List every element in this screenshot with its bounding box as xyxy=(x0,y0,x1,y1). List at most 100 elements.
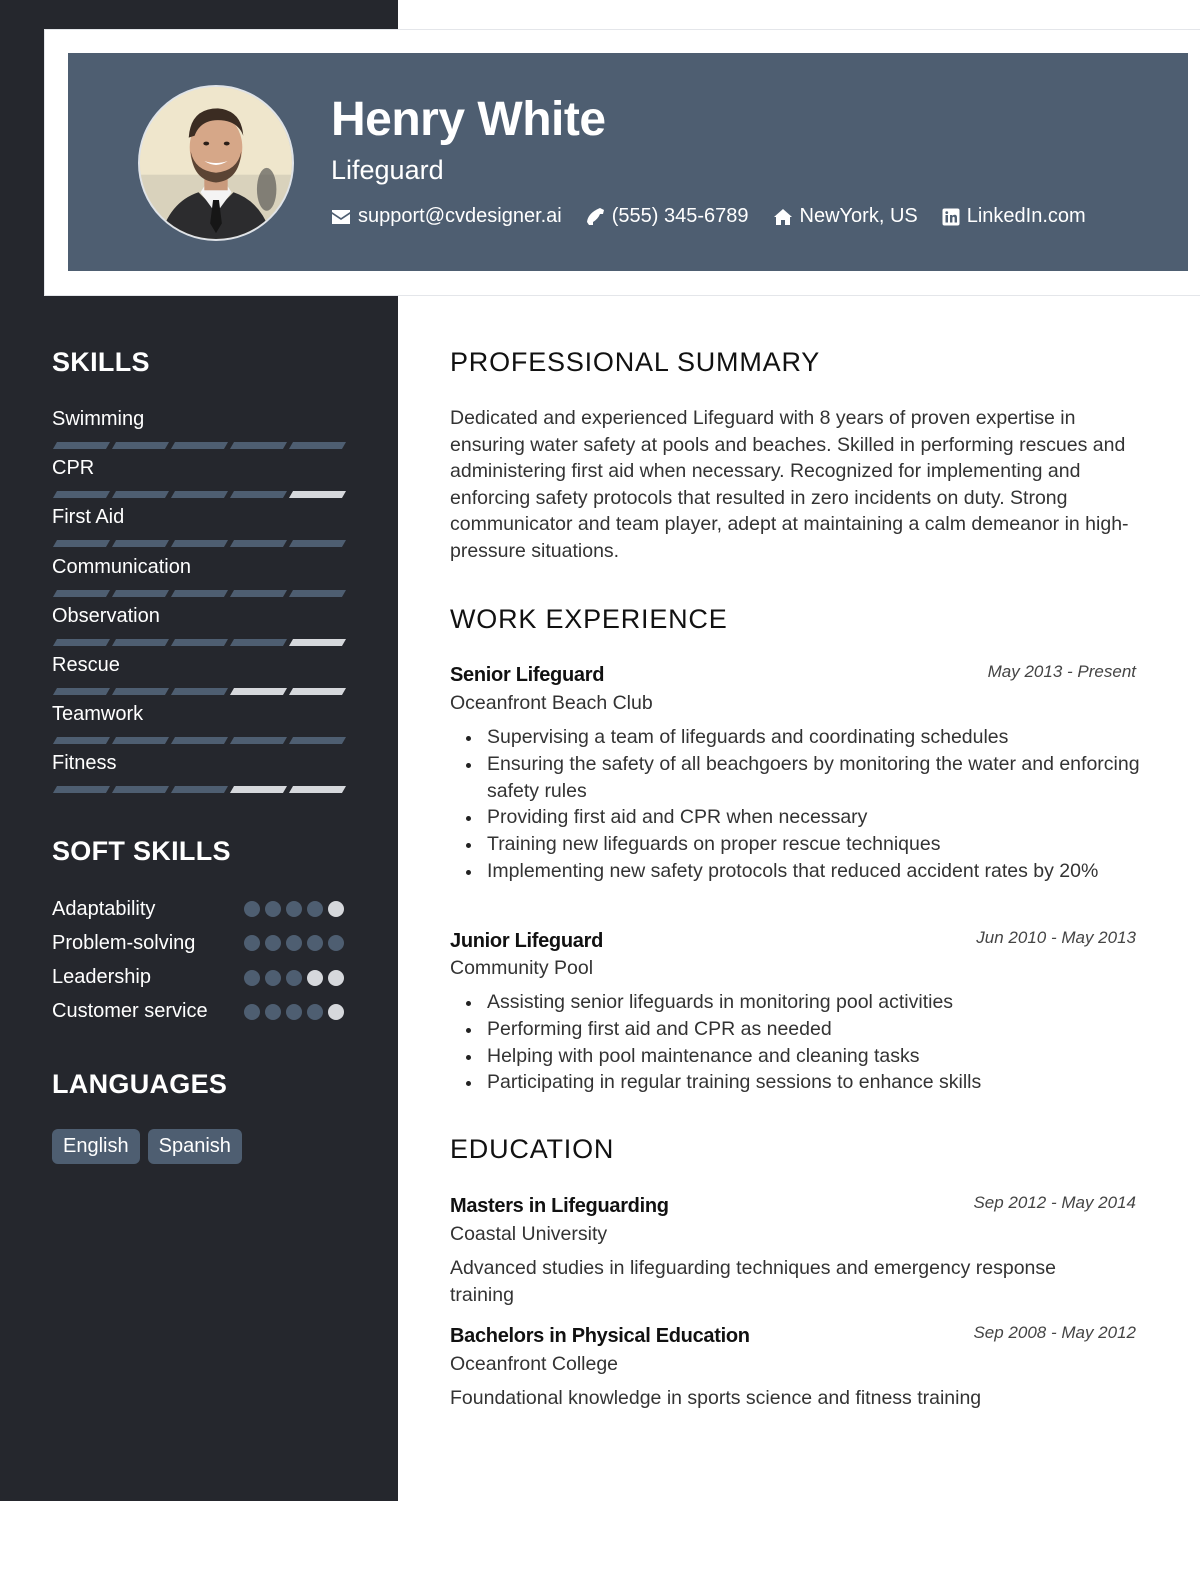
rating-dot-filled xyxy=(307,1003,323,1020)
list-item: Participating in regular training sessio… xyxy=(450,1069,1150,1096)
list-item: Assisting senior lifeguards in monitorin… xyxy=(450,989,1150,1016)
rating-dot-filled xyxy=(265,1003,281,1020)
soft-skill-name: Adaptability xyxy=(52,897,156,920)
list-item: Training new lifeguards on proper rescue… xyxy=(450,831,1150,858)
soft-skill-name: Leadership xyxy=(52,966,151,989)
skill-level-bar xyxy=(52,491,347,499)
language-tag: English xyxy=(52,1129,140,1164)
rating-dot-filled xyxy=(244,969,260,986)
school-name: Oceanfront College xyxy=(450,1353,619,1375)
degree-dates: Sep 2012 - May 2014 xyxy=(973,1193,1136,1212)
phone-icon xyxy=(586,207,605,226)
skill-name: CPR xyxy=(52,457,95,480)
skill-level-segment-filled xyxy=(52,688,111,695)
rating-dot-filled xyxy=(265,969,281,986)
skill-level-segment-filled xyxy=(170,491,229,499)
soft-skill-rating xyxy=(244,901,344,917)
list-item: Providing first aid and CPR when necessa… xyxy=(450,804,1150,831)
skill-level-bar xyxy=(52,442,347,449)
skill-level-segment-filled xyxy=(52,589,111,597)
skill-level-segment-filled xyxy=(170,442,229,449)
skill-level-bar xyxy=(52,737,347,745)
skill-item: CPR xyxy=(52,454,347,499)
skill-level-bar xyxy=(52,540,347,548)
contact-list: support@cvdesigner.ai (555) 345-6789 New… xyxy=(331,205,1086,228)
skill-level-segment-filled xyxy=(52,442,111,449)
soft-skill-rating xyxy=(244,935,344,952)
job-dates: Jun 2010 - May 2013 xyxy=(976,928,1136,947)
soft-skill-item: Adaptability xyxy=(52,896,344,922)
skill-level-segment-empty xyxy=(288,688,347,695)
degree-title: Masters in Lifeguarding xyxy=(450,1195,669,1217)
skill-level-segment-empty xyxy=(288,491,347,499)
skill-level-bar xyxy=(52,589,347,597)
skill-name: Teamwork xyxy=(52,703,144,726)
job-company: Community Pool xyxy=(450,957,594,979)
list-item: Supervising a team of lifeguards and coo… xyxy=(450,724,1150,751)
skill-level-segment-empty xyxy=(229,786,288,794)
skill-level-segment-filled xyxy=(229,491,288,499)
skill-level-segment-empty xyxy=(288,638,347,646)
contact-linkedin[interactable]: LinkedIn.com xyxy=(942,205,1086,228)
soft-skills-heading: SOFT SKILLS xyxy=(52,836,231,866)
languages-heading: LANGUAGES xyxy=(52,1069,228,1099)
skill-name: Observation xyxy=(52,604,160,627)
contact-email[interactable]: support@cvdesigner.ai xyxy=(331,205,562,228)
skill-level-segment-filled xyxy=(111,786,170,794)
skill-level-segment-filled xyxy=(229,737,288,745)
skill-level-bar xyxy=(52,786,347,794)
job-responsibilities: Supervising a team of lifeguards and coo… xyxy=(450,724,1150,885)
skill-item: Swimming xyxy=(52,405,347,449)
experience-heading: WORK EXPERIENCE xyxy=(450,604,728,634)
skill-level-segment-filled xyxy=(111,442,170,449)
rating-dot-empty xyxy=(328,1003,344,1020)
soft-skill-rating xyxy=(244,1003,344,1020)
skill-item: Observation xyxy=(52,602,347,646)
list-item: Ensuring the safety of all beachgoers by… xyxy=(450,751,1150,805)
skill-name: First Aid xyxy=(52,506,125,529)
rating-dot-filled xyxy=(286,935,302,952)
soft-skill-item: Problem-solving xyxy=(52,930,344,956)
skill-item: Fitness xyxy=(52,749,347,794)
linkedin-icon xyxy=(942,208,960,226)
contact-phone-text: (555) 345-6789 xyxy=(611,205,749,227)
job-company: Oceanfront Beach Club xyxy=(450,692,653,714)
skill-level-segment-filled xyxy=(170,589,229,597)
skill-level-segment-filled xyxy=(111,589,170,597)
summary-heading: PROFESSIONAL SUMMARY xyxy=(450,347,821,377)
skill-level-segment-filled xyxy=(229,540,288,548)
list-item: Helping with pool maintenance and cleani… xyxy=(450,1043,1150,1070)
skill-name: Communication xyxy=(52,555,191,578)
rating-dot-filled xyxy=(307,901,323,917)
candidate-name: Henry White xyxy=(331,93,606,146)
home-icon xyxy=(773,208,793,226)
rating-dot-filled xyxy=(328,935,344,952)
skill-level-segment-filled xyxy=(111,688,170,695)
skill-name: Swimming xyxy=(52,408,145,430)
skill-level-segment-filled xyxy=(111,540,170,548)
job-title: Junior Lifeguard xyxy=(450,930,603,952)
profile-photo xyxy=(138,85,294,241)
rating-dot-filled xyxy=(286,969,302,986)
skills-heading: SKILLS xyxy=(52,347,150,377)
job-title: Senior Lifeguard xyxy=(450,664,605,686)
skill-level-segment-filled xyxy=(52,638,111,646)
skill-level-segment-filled xyxy=(52,737,111,745)
skill-level-segment-filled xyxy=(170,737,229,745)
contact-email-text: support@cvdesigner.ai xyxy=(358,205,562,227)
skill-level-segment-filled xyxy=(229,442,288,449)
list-item: Implementing new safety protocols that r… xyxy=(450,858,1150,885)
skill-item: Rescue xyxy=(52,651,347,695)
language-tag: Spanish xyxy=(147,1129,242,1164)
skill-level-segment-filled xyxy=(170,540,229,548)
contact-location: NewYork, US xyxy=(773,205,918,228)
rating-dot-filled xyxy=(244,935,260,952)
soft-skill-rating xyxy=(244,969,344,986)
rating-dot-filled xyxy=(265,901,281,917)
skill-level-segment-filled xyxy=(111,491,170,499)
skill-level-bar xyxy=(52,638,347,646)
rating-dot-empty xyxy=(328,901,344,917)
rating-dot-filled xyxy=(307,935,323,952)
contact-phone[interactable]: (555) 345-6789 xyxy=(586,205,749,228)
skill-level-segment-filled xyxy=(52,540,111,548)
